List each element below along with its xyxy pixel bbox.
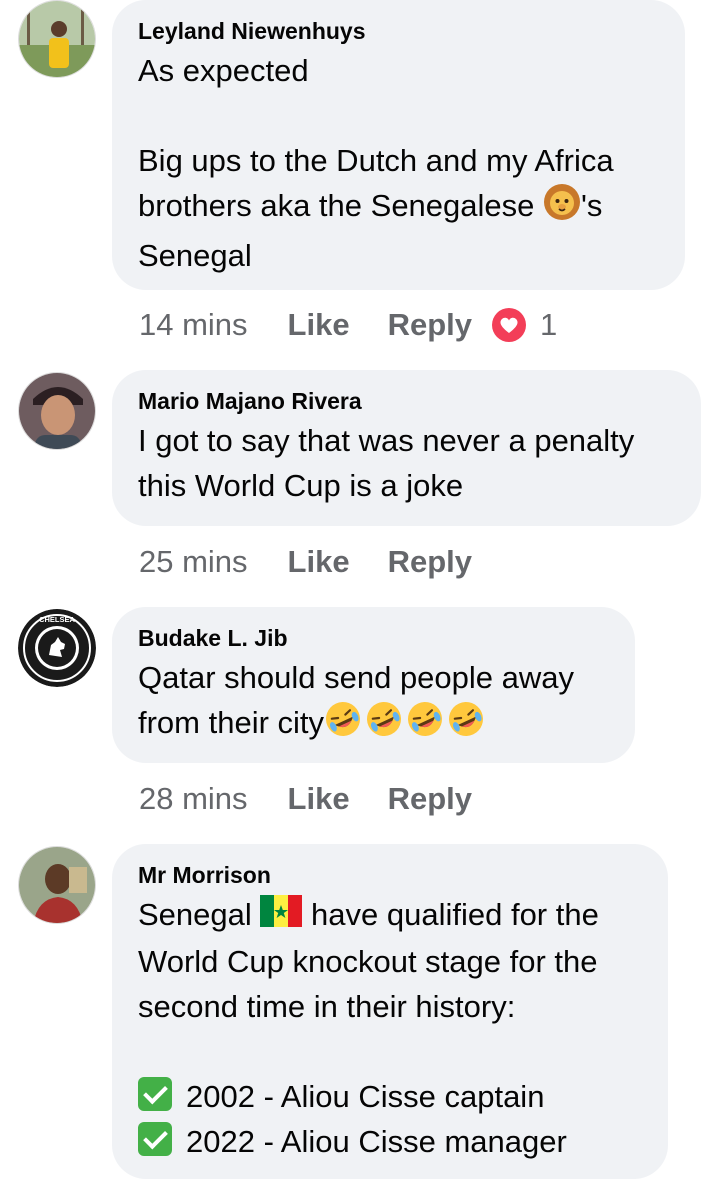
rolling-laughing-emoji-icon xyxy=(406,700,444,750)
avatar[interactable] xyxy=(18,0,96,78)
text-fragment: Senegal xyxy=(138,897,252,932)
laughing-emoji-group xyxy=(324,702,485,740)
comment-bubble: Mr Morrison Senegal have qualified for t… xyxy=(112,844,668,1179)
heart-reaction-icon xyxy=(492,308,526,342)
rolling-laughing-emoji-icon xyxy=(365,700,403,750)
text-line: World Cup knockout stage for the xyxy=(138,944,598,980)
text-fragment: 's xyxy=(581,188,603,224)
author-name[interactable]: Mr Morrison xyxy=(138,860,642,890)
text-line: I got to say that was never a penalty xyxy=(138,423,635,458)
timestamp[interactable]: 14 mins xyxy=(139,305,248,345)
text-line: As expected xyxy=(138,53,309,88)
comment-text: I got to say that was never a penalty th… xyxy=(138,418,675,508)
reply-button[interactable]: Reply xyxy=(388,542,472,582)
text-line: 2002 - Aliou Cisse captain xyxy=(138,1074,642,1119)
text-line: 2022 - Aliou Cisse manager xyxy=(138,1119,642,1164)
timestamp[interactable]: 25 mins xyxy=(139,542,248,582)
text-line: Senegal have qualified for the xyxy=(138,892,642,939)
text-line: brothers aka the Senegalese 's xyxy=(138,183,659,233)
text-fragment: 2002 - Aliou Cisse captain xyxy=(186,1079,545,1115)
like-button[interactable]: Like xyxy=(288,542,350,582)
reaction-summary[interactable]: 1 xyxy=(492,305,557,345)
senegal-flag-icon xyxy=(260,894,303,939)
like-button[interactable]: Like xyxy=(288,305,350,345)
avatar[interactable]: CHELSEA xyxy=(18,609,96,687)
comment-meta: 14 mins Like Reply 1 xyxy=(139,305,557,345)
text-line: Big ups to the Dutch and my Africa xyxy=(138,143,614,178)
text-line: Senegal xyxy=(138,238,252,273)
check-mark-icon xyxy=(138,1077,172,1112)
text-line: this World Cup is a joke xyxy=(138,468,464,503)
timestamp[interactable]: 28 mins xyxy=(139,779,248,819)
text-gap xyxy=(138,93,659,138)
text-gap xyxy=(138,1029,642,1074)
check-mark-icon xyxy=(138,1122,172,1157)
rolling-laughing-emoji-icon xyxy=(324,700,362,750)
comment-bubble: Leyland Niewenhuys As expected Big ups t… xyxy=(112,0,685,290)
text-fragment: brothers aka the Senegalese xyxy=(138,188,535,224)
rolling-laughing-emoji-icon xyxy=(447,700,485,750)
comment-bubble: Budake L. Jib Qatar should send people a… xyxy=(112,607,635,763)
author-name[interactable]: Budake L. Jib xyxy=(138,623,609,653)
reply-button[interactable]: Reply xyxy=(388,305,472,345)
comment-meta: 25 mins Like Reply xyxy=(139,542,510,582)
author-name[interactable]: Leyland Niewenhuys xyxy=(138,16,659,46)
avatar[interactable] xyxy=(18,846,96,924)
author-name[interactable]: Mario Majano Rivera xyxy=(138,386,675,416)
comment-text: Senegal have qualified for the World Cup… xyxy=(138,892,642,1164)
comment-meta: 28 mins Like Reply xyxy=(139,779,510,819)
comment-text: As expected Big ups to the Dutch and my … xyxy=(138,48,659,278)
text-fragment: 2022 - Aliou Cisse manager xyxy=(186,1124,567,1160)
like-button[interactable]: Like xyxy=(288,779,350,819)
lion-emoji-icon xyxy=(543,183,581,233)
logo-lettering: CHELSEA xyxy=(39,615,75,624)
text-line: from their city xyxy=(138,700,609,750)
text-fragment: from their city xyxy=(138,705,325,741)
reply-button[interactable]: Reply xyxy=(388,779,472,819)
text-fragment: have qualified for the xyxy=(311,897,599,932)
avatar[interactable] xyxy=(18,372,96,450)
text-line: Qatar should send people away xyxy=(138,660,575,695)
text-line: second time in their history: xyxy=(138,989,516,1025)
comment-text: Qatar should send people away from their… xyxy=(138,655,609,750)
reaction-count: 1 xyxy=(540,307,558,342)
comment-bubble: Mario Majano Rivera I got to say that wa… xyxy=(112,370,701,526)
